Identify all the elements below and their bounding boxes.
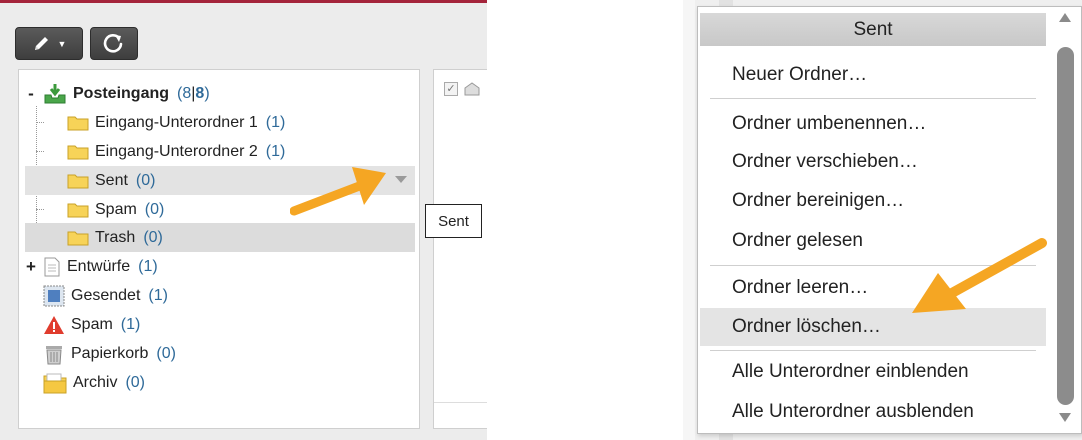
stamp-icon <box>43 285 65 306</box>
collapse-toggle[interactable]: - <box>25 84 37 104</box>
folder-count: (0) <box>156 344 176 362</box>
warning-icon <box>44 315 64 334</box>
annotation-arrow <box>290 167 386 216</box>
folder-label: Archiv <box>73 373 118 391</box>
folder-archive[interactable]: Archiv (0) <box>25 368 415 397</box>
folder-label: Entwürfe <box>67 257 131 275</box>
folder-label: Papierkorb <box>71 344 149 362</box>
trash-icon <box>46 345 62 364</box>
folder-count: (8|8) <box>177 84 210 102</box>
folder-icon <box>67 174 89 188</box>
folder-count: (0) <box>144 200 165 218</box>
folder-context-menu: Sent Neuer Ordner… Ordner umbenennen… Or… <box>697 6 1082 434</box>
annotation-arrow <box>912 238 1047 313</box>
edit-menu-button[interactable]: ▼ <box>15 27 83 60</box>
folder-label: Eingang-Unterordner 1 <box>95 113 258 131</box>
folder-subfolder-1[interactable]: Eingang-Unterordner 1 (1) <box>25 108 415 137</box>
folder-count: (1) <box>138 257 158 275</box>
refresh-button[interactable] <box>90 27 138 60</box>
tooltip: Sent <box>425 204 482 238</box>
folder-subfolder-2[interactable]: Eingang-Unterordner 2 (1) <box>25 137 415 166</box>
folder-label: Spam <box>95 200 137 218</box>
folder-label: Spam <box>71 315 113 333</box>
document-icon <box>44 257 60 276</box>
folder-count: (0) <box>125 373 146 391</box>
select-all-checkbox[interactable]: ✓ <box>444 82 458 96</box>
menu-item-rename-folder[interactable]: Ordner umbenennen… <box>700 105 1046 143</box>
folder-sent-main[interactable]: Gesendet (1) <box>25 281 415 310</box>
folder-panel: ▼ - Posteingang (8|8) Eingang-Unterordne… <box>0 0 487 440</box>
folder-inbox[interactable]: - Posteingang (8|8) <box>25 79 415 108</box>
folder-tree: - Posteingang (8|8) Eingang-Unterordner … <box>18 69 420 429</box>
menu-scrollbar[interactable] <box>1053 9 1079 431</box>
folder-count: (0) <box>143 228 163 246</box>
chevron-down-icon: ▼ <box>57 38 67 49</box>
folder-spam[interactable]: Spam (1) <box>25 310 415 339</box>
folder-menu-dropdown-icon[interactable] <box>395 176 407 183</box>
menu-item-move-folder[interactable]: Ordner verschieben… <box>700 143 1046 181</box>
menu-item-new-folder[interactable]: Neuer Ordner… <box>700 56 1046 94</box>
horizontal-scrollbar[interactable] <box>434 402 487 422</box>
folder-count: (1) <box>265 113 286 131</box>
folder-drafts[interactable]: + Entwürfe (1) <box>25 252 415 281</box>
expand-toggle[interactable]: + <box>25 257 37 277</box>
menu-item-expand-subfolders[interactable]: Alle Unterordner einblenden <box>700 353 1046 391</box>
scroll-thumb[interactable] <box>1057 47 1074 405</box>
refresh-icon <box>103 33 123 53</box>
folder-label: Posteingang <box>73 84 170 102</box>
menu-item-collapse-subfolders[interactable]: Alle Unterordner ausblenden <box>700 393 1046 431</box>
envelope-open-icon <box>464 82 480 96</box>
folder-count: (1) <box>265 142 286 160</box>
context-menu-header: Sent <box>700 13 1046 46</box>
folder-icon <box>67 231 89 245</box>
folder-label: Trash <box>95 228 136 246</box>
folder-icon <box>67 145 89 159</box>
menu-item-clean-folder[interactable]: Ordner bereinigen… <box>700 182 1046 220</box>
pencil-icon <box>34 36 48 50</box>
folder-label: Sent <box>95 171 128 189</box>
folder-icon <box>67 203 89 217</box>
folder-count: (1) <box>120 315 141 333</box>
folder-label: Eingang-Unterordner 2 <box>95 142 258 160</box>
archive-folder-icon <box>43 373 67 393</box>
folder-trash[interactable]: Papierkorb (0) <box>25 339 415 368</box>
inbox-icon <box>44 83 66 103</box>
folder-trash-sub[interactable]: Trash (0) <box>25 223 415 252</box>
folder-count: (0) <box>135 171 156 189</box>
folder-label: Gesendet <box>71 286 141 304</box>
message-list-pane: ✓ <box>433 69 487 429</box>
folder-count: (1) <box>148 286 168 304</box>
folder-icon <box>67 116 89 130</box>
scroll-up-icon[interactable] <box>1059 13 1071 22</box>
scroll-down-icon[interactable] <box>1059 413 1071 422</box>
